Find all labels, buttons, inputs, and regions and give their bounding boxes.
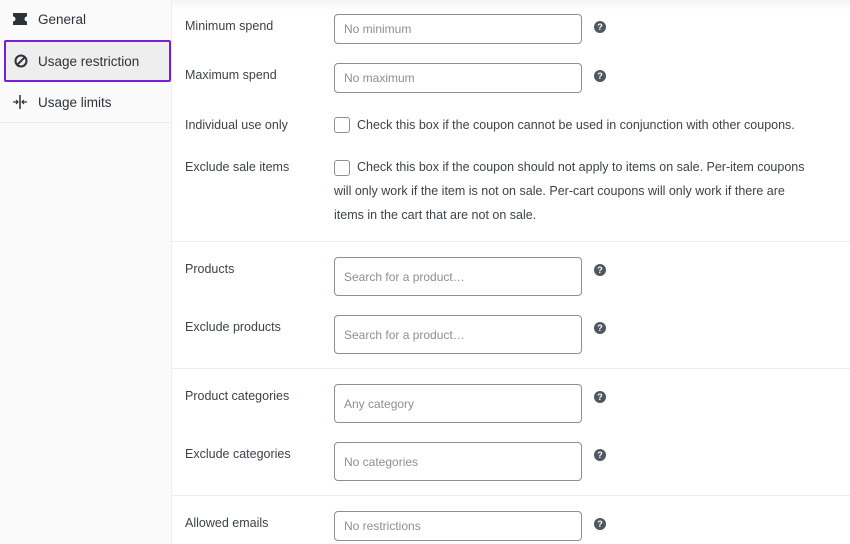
exclude-categories-label: Exclude categories <box>185 447 291 461</box>
products-label: Products <box>185 262 235 276</box>
product-categories-input[interactable]: Any category <box>334 384 582 423</box>
section-divider <box>172 495 850 496</box>
maximum-spend-input[interactable]: No maximum <box>334 63 582 93</box>
limits-icon <box>12 94 28 110</box>
exclude-sale-description-line1: Check this box if the coupon should not … <box>357 160 805 174</box>
exclude-sale-checkbox[interactable] <box>334 160 350 176</box>
exclude-products-search-input[interactable]: Search for a product… <box>334 315 582 354</box>
exclude-sale-description-line3: items in the cart that are not on sale. <box>334 208 537 222</box>
help-icon[interactable]: ? <box>594 449 606 461</box>
product-categories-label: Product categories <box>185 389 290 403</box>
exclude-sale-description-line2: will only work if the item is not on sal… <box>334 184 785 198</box>
allowed-emails-label: Allowed emails <box>185 516 269 530</box>
minimum-spend-label: Minimum spend <box>185 19 274 33</box>
panel-top-shadow <box>172 0 850 10</box>
section-divider <box>172 368 850 369</box>
tab-usage-restriction[interactable]: Usage restriction <box>4 40 171 82</box>
help-icon[interactable]: ? <box>594 322 606 334</box>
maximum-spend-label: Maximum spend <box>185 68 277 82</box>
prohibited-icon <box>13 53 29 69</box>
help-icon[interactable]: ? <box>594 21 606 33</box>
exclude-products-label: Exclude products <box>185 320 281 334</box>
allowed-emails-input[interactable]: No restrictions <box>334 511 582 541</box>
section-divider <box>172 241 850 242</box>
tab-usage-limits[interactable]: Usage limits <box>0 82 171 123</box>
individual-use-checkbox[interactable] <box>334 117 350 133</box>
exclude-sale-label: Exclude sale items <box>185 160 290 174</box>
help-icon[interactable]: ? <box>594 391 606 403</box>
help-icon[interactable]: ? <box>594 70 606 82</box>
minimum-spend-input[interactable]: No minimum <box>334 14 582 44</box>
individual-use-description: Check this box if the coupon cannot be u… <box>357 118 795 132</box>
help-icon[interactable]: ? <box>594 264 606 276</box>
tab-general-label: General <box>38 12 87 27</box>
tab-general[interactable]: General <box>0 0 171 40</box>
ticket-icon <box>12 11 28 27</box>
products-search-input[interactable]: Search for a product… <box>334 257 582 296</box>
coupon-data-tabs: General Usage restriction Usage limits <box>0 0 172 544</box>
exclude-categories-input[interactable]: No categories <box>334 442 582 481</box>
tab-usage-limits-label: Usage limits <box>38 95 112 110</box>
tab-usage-restriction-label: Usage restriction <box>38 54 140 69</box>
help-icon[interactable]: ? <box>594 518 606 530</box>
individual-use-label: Individual use only <box>185 118 288 132</box>
